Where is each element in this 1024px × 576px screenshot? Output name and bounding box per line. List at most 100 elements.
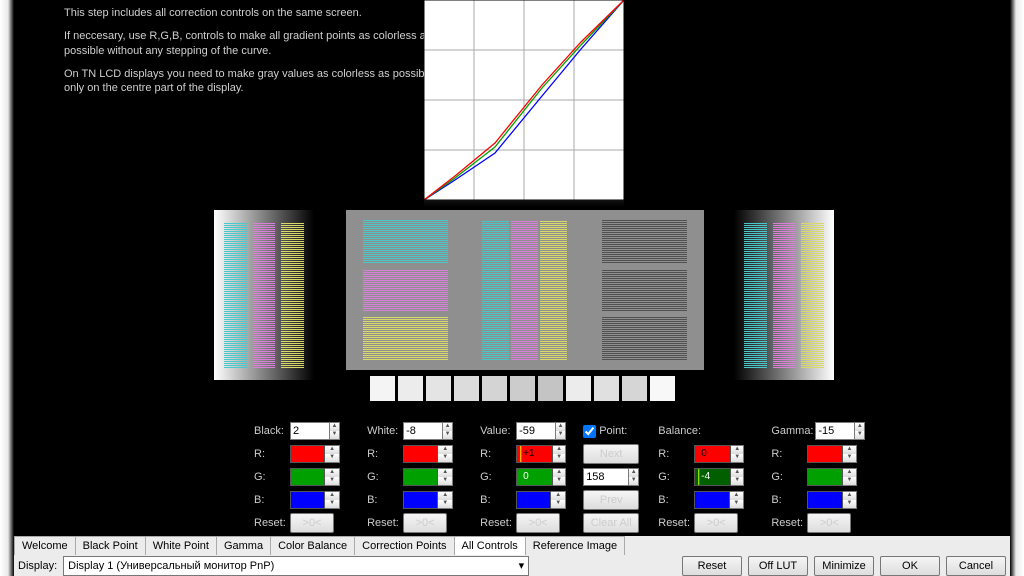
value-input[interactable] — [516, 422, 556, 440]
white-reset-button[interactable]: >0< — [403, 513, 447, 533]
value-reset-button[interactable]: >0< — [516, 513, 560, 533]
black-reset-label: Reset: — [254, 517, 290, 529]
value-b-color[interactable] — [516, 491, 551, 509]
value-group: Value: ▲▼ R:+1▲▼ G:0▲▼ B:▲▼ Reset:>0< — [480, 420, 580, 535]
balance-b-label: B: — [658, 494, 694, 506]
value-g-spinner[interactable]: ▲▼ — [553, 468, 566, 486]
minimize-button[interactable]: Minimize — [814, 556, 874, 576]
tab-reference-image[interactable]: Reference Image — [525, 536, 625, 555]
white-b-label: B: — [367, 494, 403, 506]
gamma-r-color[interactable] — [807, 445, 842, 463]
instruction-line: This step includes all correction contro… — [64, 6, 444, 21]
white-b-color[interactable] — [403, 491, 438, 509]
gamma-reset-label: Reset: — [771, 517, 807, 529]
value-g-color[interactable]: 0 — [516, 468, 553, 486]
value-reset-label: Reset: — [480, 517, 516, 529]
value-r-spinner[interactable]: ▲▼ — [553, 445, 566, 463]
black-g-spinner[interactable]: ▲▼ — [325, 468, 340, 486]
chevron-down-icon: ▾ — [519, 559, 525, 572]
instruction-line: On TN LCD displays you need to make gray… — [64, 67, 444, 97]
white-input[interactable] — [403, 422, 443, 440]
black-r-color[interactable] — [290, 445, 325, 463]
black-g-label: G: — [254, 471, 290, 483]
black-b-label: B: — [254, 494, 290, 506]
white-reset-label: Reset: — [367, 517, 403, 529]
gamma-input[interactable] — [815, 422, 855, 440]
balance-g-spinner[interactable]: ▲▼ — [731, 468, 744, 486]
point-group: Point: Next ▲▼ Prev Clear All — [583, 420, 655, 535]
gamma-label: Gamma: — [771, 425, 815, 437]
lut-curve-chart — [424, 0, 624, 200]
gamma-g-label: G: — [771, 471, 807, 483]
gamma-g-color[interactable] — [807, 468, 842, 486]
black-g-color[interactable] — [290, 468, 325, 486]
value-spinner[interactable]: ▲▼ — [556, 422, 566, 440]
off-lut-button[interactable]: Off LUT — [748, 556, 808, 576]
reset-button[interactable]: Reset — [682, 556, 742, 576]
balance-r-spinner[interactable]: ▲▼ — [731, 445, 744, 463]
tab-welcome[interactable]: Welcome — [14, 536, 76, 555]
gamma-reset-button[interactable]: >0< — [807, 513, 851, 533]
gamma-b-color[interactable] — [807, 491, 842, 509]
white-r-color[interactable] — [403, 445, 438, 463]
white-g-label: G: — [367, 471, 403, 483]
balance-r-color[interactable]: 0 — [694, 445, 731, 463]
black-reset-button[interactable]: >0< — [290, 513, 334, 533]
tab-correction-points[interactable]: Correction Points — [354, 536, 454, 555]
tab-color-balance[interactable]: Color Balance — [270, 536, 355, 555]
white-group: White: ▲▼ R:▲▼ G:▲▼ B:▲▼ Reset:>0< — [367, 420, 477, 535]
tab-black-point[interactable]: Black Point — [75, 536, 146, 555]
balance-reset-button[interactable]: >0< — [694, 513, 738, 533]
black-input[interactable] — [290, 422, 330, 440]
white-r-label: R: — [367, 448, 403, 460]
test-pattern-panel — [346, 210, 704, 370]
gamma-r-label: R: — [771, 448, 807, 460]
instructions: This step includes all correction contro… — [64, 6, 444, 104]
tab-all-controls[interactable]: All Controls — [454, 536, 526, 555]
point-checkbox[interactable] — [583, 425, 596, 438]
white-spinner[interactable]: ▲▼ — [443, 422, 453, 440]
bottom-bar: Display: Display 1 (Универсальный монито… — [14, 555, 1010, 576]
black-group: Black: ▲▼ R:▲▼ G:▲▼ B:▲▼ Reset:>0< — [254, 420, 364, 535]
black-b-spinner[interactable]: ▲▼ — [325, 491, 340, 509]
value-b-spinner[interactable]: ▲▼ — [551, 491, 566, 509]
balance-g-color[interactable]: -4 — [694, 468, 731, 486]
tab-white-point[interactable]: White Point — [145, 536, 217, 555]
gamma-r-spinner[interactable]: ▲▼ — [843, 445, 858, 463]
balance-label: Balance: — [658, 425, 718, 437]
black-b-color[interactable] — [290, 491, 325, 509]
value-label: Value: — [480, 425, 516, 437]
display-select-value: Display 1 (Универсальный монитор PnP) — [68, 560, 274, 572]
point-index-input[interactable] — [583, 468, 629, 486]
white-b-spinner[interactable]: ▲▼ — [438, 491, 453, 509]
white-g-spinner[interactable]: ▲▼ — [438, 468, 453, 486]
prev-button[interactable]: Prev — [583, 490, 639, 510]
value-b-label: B: — [480, 494, 516, 506]
white-g-color[interactable] — [403, 468, 438, 486]
white-r-spinner[interactable]: ▲▼ — [438, 445, 453, 463]
gamma-g-spinner[interactable]: ▲▼ — [843, 468, 858, 486]
value-r-color[interactable]: +1 — [516, 445, 553, 463]
display-select[interactable]: Display 1 (Универсальный монитор PnP) ▾ — [63, 556, 529, 576]
display-label: Display: — [18, 560, 57, 572]
next-button[interactable]: Next — [583, 444, 639, 464]
balance-reset-label: Reset: — [658, 517, 694, 529]
balance-group: Balance: R:0▲▼ G:-4▲▼ B:▲▼ Reset:>0< — [658, 420, 768, 535]
black-r-label: R: — [254, 448, 290, 460]
gamma-b-label: B: — [771, 494, 807, 506]
ok-button[interactable]: OK — [880, 556, 940, 576]
gamma-spinner[interactable]: ▲▼ — [855, 422, 865, 440]
balance-g-label: G: — [658, 471, 694, 483]
gamma-b-spinner[interactable]: ▲▼ — [843, 491, 858, 509]
point-index-spinner[interactable]: ▲▼ — [629, 468, 639, 486]
gamma-group: Gamma: ▲▼ R: ▲▼ G: ▲▼ B: ▲▼ Reset:>0< — [771, 420, 881, 535]
cancel-button[interactable]: Cancel — [946, 556, 1006, 576]
balance-b-spinner[interactable]: ▲▼ — [730, 491, 745, 509]
balance-r-label: R: — [658, 448, 694, 460]
tab-gamma[interactable]: Gamma — [216, 536, 271, 555]
clear-all-button[interactable]: Clear All — [583, 513, 639, 533]
lut-gradient-strip — [424, 200, 624, 207]
balance-b-color[interactable] — [694, 491, 729, 509]
black-spinner[interactable]: ▲▼ — [330, 422, 340, 440]
black-r-spinner[interactable]: ▲▼ — [325, 445, 340, 463]
